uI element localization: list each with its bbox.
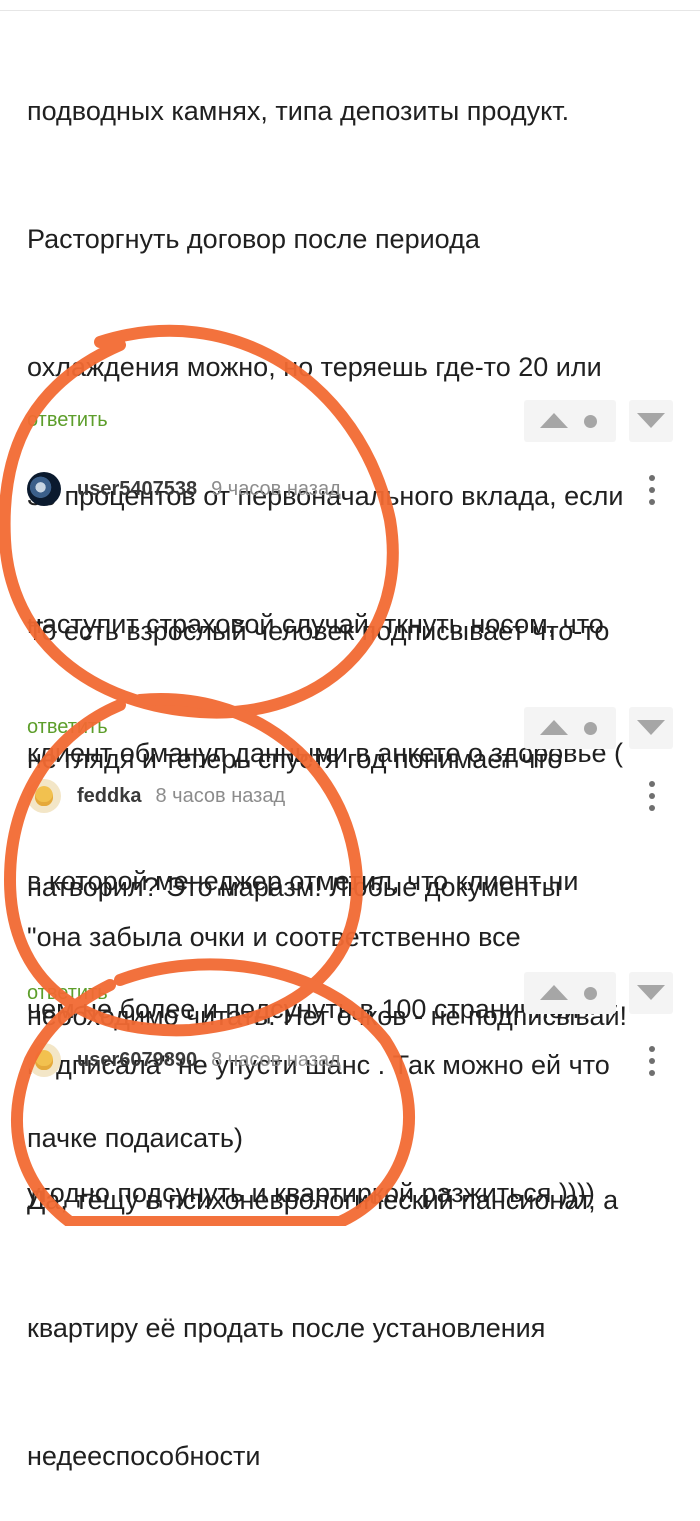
more-vertical-icon[interactable] [645,1046,659,1076]
triangle-down-icon [637,413,665,428]
triangle-up-icon [540,985,568,1000]
comment-text: Да, тёщу в психоневрологический пансиона… [27,1184,619,1472]
downvote-button[interactable] [629,400,673,442]
more-vertical-icon[interactable] [645,475,659,505]
downvote-button[interactable] [629,972,673,1014]
triangle-down-icon [637,720,665,735]
triangle-up-icon [540,413,568,428]
triangle-down-icon [637,985,665,1000]
dot-icon [584,415,597,428]
username[interactable]: user5407538 [77,478,197,501]
upvote-button[interactable] [524,972,616,1014]
dot-icon [584,722,597,735]
avatar[interactable] [27,472,61,506]
vote-controls [524,972,674,1014]
comment-header: feddka 8 часов назад [27,779,285,813]
avatar[interactable] [27,1043,61,1077]
downvote-button[interactable] [629,707,673,749]
timestamp: 8 часов назад [155,784,286,807]
reply-link[interactable]: ответить [27,716,108,739]
dot-icon [584,987,597,1000]
username[interactable]: user6079890 [77,1049,197,1072]
comment-header: user5407538 9 часов назад [27,472,341,506]
vote-controls [524,400,674,442]
more-vertical-icon[interactable] [645,781,659,811]
vote-controls [524,707,674,749]
avatar[interactable] [27,779,61,813]
username[interactable]: feddka [77,785,141,808]
upvote-button[interactable] [524,400,616,442]
triangle-up-icon [540,720,568,735]
comment-header: user6079890 8 часов назад [27,1043,341,1077]
upvote-button[interactable] [524,707,616,749]
reply-link[interactable]: ответить [27,409,108,432]
timestamp: 9 часов назад [211,477,341,500]
timestamp: 8 часов назад [211,1048,341,1071]
reply-link[interactable]: ответить [27,982,108,1005]
